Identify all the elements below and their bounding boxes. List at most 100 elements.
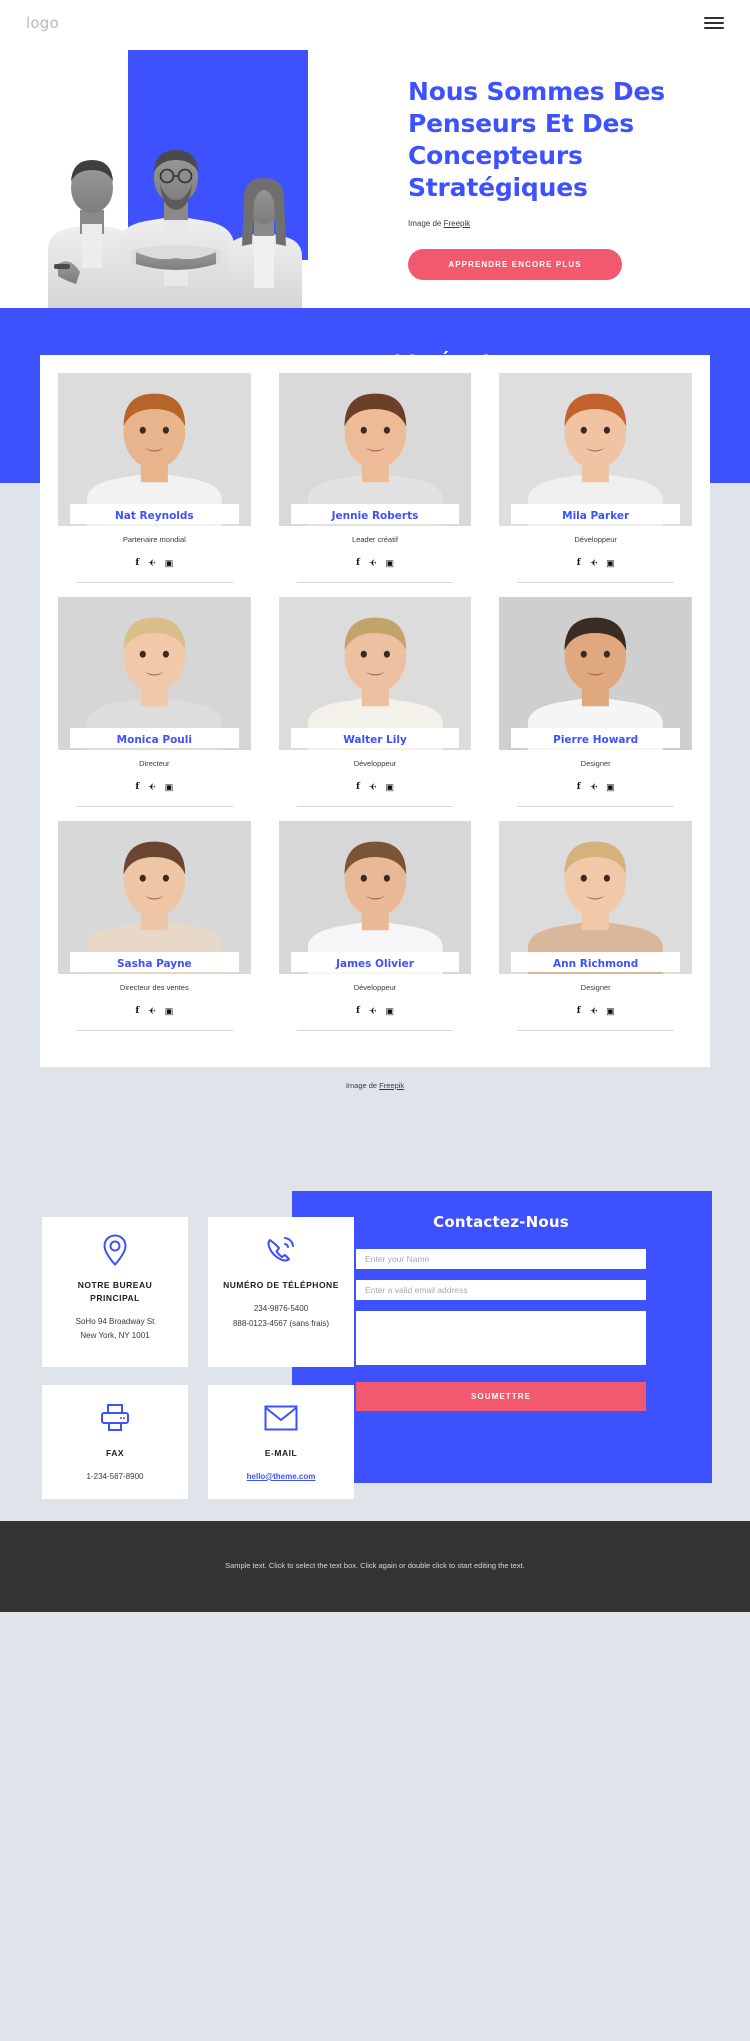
team-member-card[interactable]: Nat Reynolds Partenaire mondial f ✈ ▣ <box>58 373 251 597</box>
hero-section: Nous Sommes Des Penseurs Et Des Concepte… <box>0 46 750 308</box>
facebook-icon[interactable]: f <box>577 1007 581 1016</box>
member-social-links: f ✈ ▣ <box>499 1006 692 1016</box>
member-divider <box>296 1030 454 1031</box>
member-divider <box>517 806 674 807</box>
contact-card-title: NUMÉRO DE TÉLÉPHONE <box>223 1280 339 1290</box>
contact-info-grid: NOTRE BUREAU PRINCIPAL SoHo 94 Broadway … <box>42 1217 354 1499</box>
team-member-card[interactable]: Ann Richmond Designer f ✈ ▣ <box>499 821 692 1045</box>
instagram-icon[interactable]: ▣ <box>385 559 394 568</box>
contact-card-phone: NUMÉRO DE TÉLÉPHONE 234-9876-5400 888-01… <box>208 1217 354 1367</box>
contact-card-title: FAX <box>105 1448 125 1458</box>
team-credit-prefix: Image de <box>345 1081 380 1090</box>
hero-team-photo <box>36 124 321 308</box>
member-name: Jennie Roberts <box>331 510 419 522</box>
twitter-icon[interactable]: ✈ <box>369 558 377 568</box>
contact-card-line1: 1-234-567-8900 <box>86 1471 144 1481</box>
member-role: Leader créatif <box>352 535 398 544</box>
member-divider <box>296 806 454 807</box>
name-input[interactable] <box>356 1249 646 1269</box>
facebook-icon[interactable]: f <box>356 559 360 568</box>
twitter-icon[interactable]: ✈ <box>369 1006 377 1016</box>
team-member-card[interactable]: James Olivier Développeur f ✈ ▣ <box>278 821 472 1045</box>
team-member-card[interactable]: Walter Lily Développeur f ✈ ▣ <box>278 597 472 821</box>
facebook-icon[interactable]: f <box>135 559 139 568</box>
member-name: Walter Lily <box>343 734 407 746</box>
site-header: logo <box>0 0 750 46</box>
twitter-icon[interactable]: ✈ <box>369 782 377 792</box>
facebook-icon[interactable]: f <box>135 1007 139 1016</box>
hero-text-block: Nous Sommes Des Penseurs Et Des Concepte… <box>408 76 728 280</box>
member-social-links: f ✈ ▣ <box>58 782 251 792</box>
team-image-credit: Image de Freepik <box>0 1067 750 1090</box>
instagram-icon[interactable]: ▣ <box>606 1007 615 1016</box>
instagram-icon[interactable]: ▣ <box>385 783 394 792</box>
submit-button[interactable]: SOUMETTRE <box>356 1382 646 1411</box>
contact-card-body: 234-9876-5400 888-0123-4567 (sans frais) <box>233 1302 329 1332</box>
member-divider <box>517 582 674 583</box>
member-name: Pierre Howard <box>553 734 639 746</box>
instagram-icon[interactable]: ▣ <box>165 783 174 792</box>
learn-more-button[interactable]: APPRENDRE ENCORE PLUS <box>408 249 622 280</box>
member-name-plate: Monica Pouli <box>70 728 239 748</box>
member-role: Partenaire mondial <box>122 535 186 544</box>
twitter-icon[interactable]: ✈ <box>148 558 156 568</box>
logo[interactable]: logo <box>26 14 59 32</box>
instagram-icon[interactable]: ▣ <box>165 559 174 568</box>
team-member-card[interactable]: Jennie Roberts Leader créatif f ✈ ▣ <box>278 373 472 597</box>
page-title: Nous Sommes Des Penseurs Et Des Concepte… <box>408 77 665 202</box>
contact-section: NOTRE BUREAU PRINCIPAL SoHo 94 Broadway … <box>0 1191 750 1521</box>
member-divider <box>76 582 233 583</box>
member-name-plate: Pierre Howard <box>511 728 680 748</box>
member-social-links: f ✈ ▣ <box>279 558 472 568</box>
team-card-container: Nat Reynolds Partenaire mondial f ✈ ▣ Jennie … <box>40 355 710 1067</box>
hamburger-icon[interactable] <box>704 17 724 29</box>
phone-icon <box>265 1233 297 1267</box>
twitter-icon[interactable]: ✈ <box>148 1006 156 1016</box>
member-name: Mila Parker <box>562 510 630 522</box>
member-name: Ann Richmond <box>553 958 639 970</box>
email-input[interactable] <box>356 1280 646 1300</box>
location-pin-icon <box>102 1233 128 1267</box>
team-member-card[interactable]: Monica Pouli Directeur f ✈ ▣ <box>58 597 251 821</box>
member-role: Développeur <box>353 983 397 992</box>
hamburger-bar <box>704 22 724 24</box>
member-name: Nat Reynolds <box>115 510 194 522</box>
contact-card-email: E-MAIL hello@theme.com <box>208 1385 354 1499</box>
envelope-icon <box>264 1401 298 1435</box>
printer-icon <box>100 1401 130 1435</box>
instagram-icon[interactable]: ▣ <box>606 559 615 568</box>
team-member-card[interactable]: Pierre Howard Designer f ✈ ▣ <box>499 597 692 821</box>
twitter-icon[interactable]: ✈ <box>590 1006 598 1016</box>
member-social-links: f ✈ ▣ <box>58 558 251 568</box>
facebook-icon[interactable]: f <box>577 783 581 792</box>
twitter-icon[interactable]: ✈ <box>590 558 598 568</box>
twitter-icon[interactable]: ✈ <box>590 782 598 792</box>
instagram-icon[interactable]: ▣ <box>606 783 615 792</box>
member-divider <box>76 806 233 807</box>
team-member-card[interactable]: Sasha Payne Directeur des ventes f ✈ ▣ <box>58 821 251 1045</box>
team-member-card[interactable]: Mila Parker Développeur f ✈ ▣ <box>499 373 692 597</box>
member-name: Sasha Payne <box>116 958 192 970</box>
twitter-icon[interactable]: ✈ <box>148 782 156 792</box>
instagram-icon[interactable]: ▣ <box>385 1007 394 1016</box>
facebook-icon[interactable]: f <box>577 559 581 568</box>
contact-card-line1: SoHo 94 Broadway St <box>75 1316 155 1326</box>
member-name: Monica Pouli <box>116 734 192 746</box>
contact-card-line1: 234-9876-5400 <box>253 1303 309 1313</box>
hero-credit-link[interactable]: Freepik <box>444 219 471 228</box>
email-link[interactable]: hello@theme.com <box>247 1472 316 1481</box>
member-name-plate: Nat Reynolds <box>70 504 239 524</box>
member-role: Directeur <box>139 759 170 768</box>
contact-card-title: E-MAIL <box>264 1448 298 1458</box>
message-textarea[interactable] <box>356 1311 646 1365</box>
member-social-links: f ✈ ▣ <box>58 1006 251 1016</box>
facebook-icon[interactable]: f <box>135 783 139 792</box>
member-name-plate: James Olivier <box>290 952 460 972</box>
contact-form: Contactez-Nous SOUMETTRE <box>356 1213 646 1411</box>
member-social-links: f ✈ ▣ <box>279 782 472 792</box>
facebook-icon[interactable]: f <box>356 1007 360 1016</box>
member-divider <box>296 582 454 583</box>
team-credit-link[interactable]: Freepik <box>379 1081 404 1090</box>
instagram-icon[interactable]: ▣ <box>165 1007 174 1016</box>
facebook-icon[interactable]: f <box>356 783 360 792</box>
